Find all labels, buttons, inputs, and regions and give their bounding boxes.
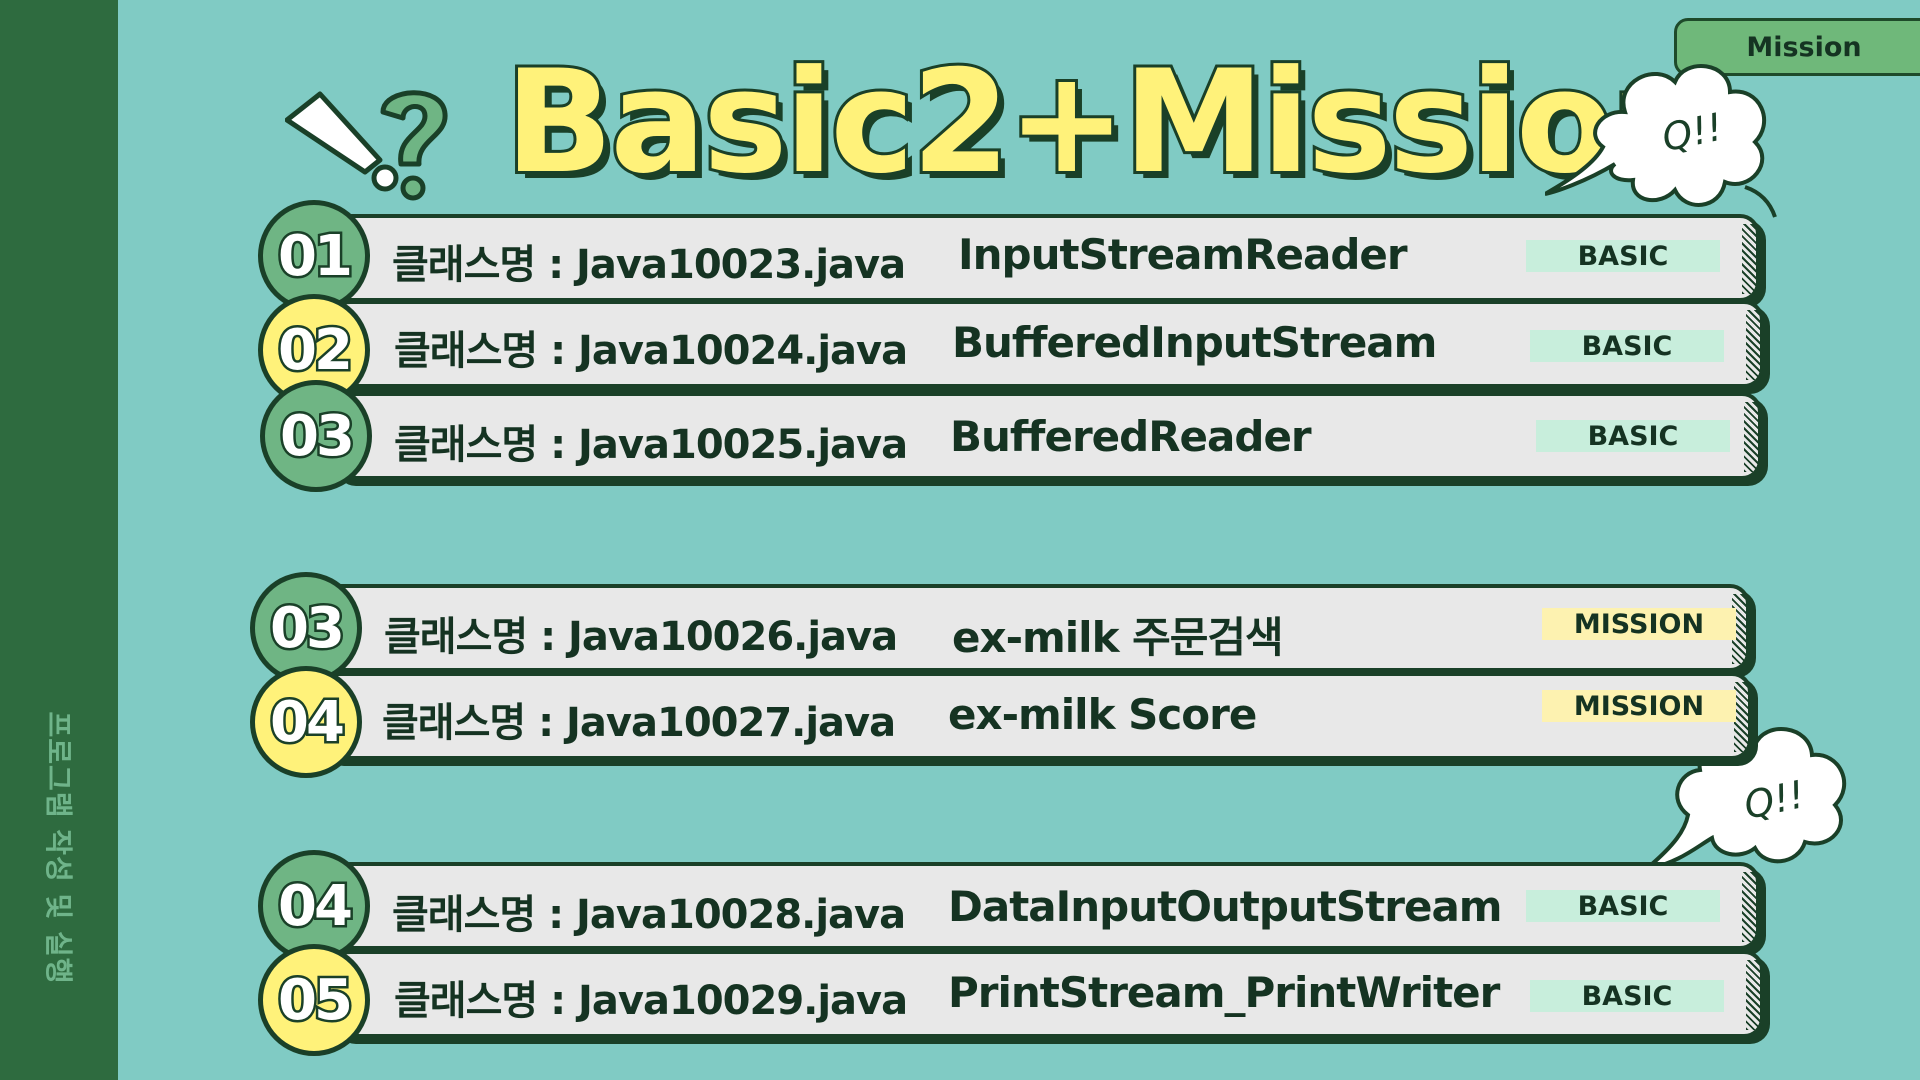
topic-label: BufferedInputStream [952, 318, 1437, 367]
status-badge: BASIC [1526, 240, 1720, 272]
class-name: 클래스명 : Java10027.java [382, 700, 896, 746]
class-name: 클래스명 : Java10028.java [392, 892, 906, 938]
row-hatch [1746, 960, 1760, 1030]
speech-bubble-top: Q!! [1545, 64, 1777, 218]
topic-label: InputStreamReader [958, 230, 1408, 279]
topic-label: PrintStream_PrintWriter [948, 968, 1500, 1017]
topic-label: ex-milk 주문검색 [952, 613, 1284, 662]
sidebar: 프로그램 작성 및 실행 [0, 0, 118, 1080]
row-hatch [1742, 224, 1756, 294]
status-badge: BASIC [1530, 980, 1724, 1012]
sidebar-label: 프로그램 작성 및 실행 [42, 711, 75, 985]
class-name: 클래스명 : Java10023.java [392, 242, 906, 288]
topic-label: DataInputOutputStream [948, 882, 1503, 931]
class-name: 클래스명 : Java10024.java [394, 328, 908, 374]
class-name: 클래스명 : Java10026.java [384, 614, 898, 660]
item-number: 05 [258, 944, 370, 1056]
status-badge: MISSION [1542, 608, 1736, 640]
row-hatch [1734, 682, 1748, 752]
item-number: 04 [250, 666, 362, 778]
page-title: Basic2+Mission [502, 37, 1715, 208]
status-badge: BASIC [1526, 890, 1720, 922]
class-name: 클래스명 : Java10025.java [394, 422, 908, 468]
class-name: 클래스명 : Java10029.java [394, 978, 908, 1024]
row-hatch [1746, 310, 1760, 380]
exclamation-question-icon [285, 90, 448, 201]
status-badge: BASIC [1536, 420, 1730, 452]
row-hatch [1744, 402, 1758, 472]
item-number: 03 [260, 380, 372, 492]
topic-label: ex-milk Score [948, 690, 1257, 739]
status-badge: MISSION [1542, 690, 1736, 722]
row-hatch [1742, 872, 1756, 942]
status-badge: BASIC [1530, 330, 1724, 362]
topic-label: BufferedReader [950, 412, 1312, 461]
